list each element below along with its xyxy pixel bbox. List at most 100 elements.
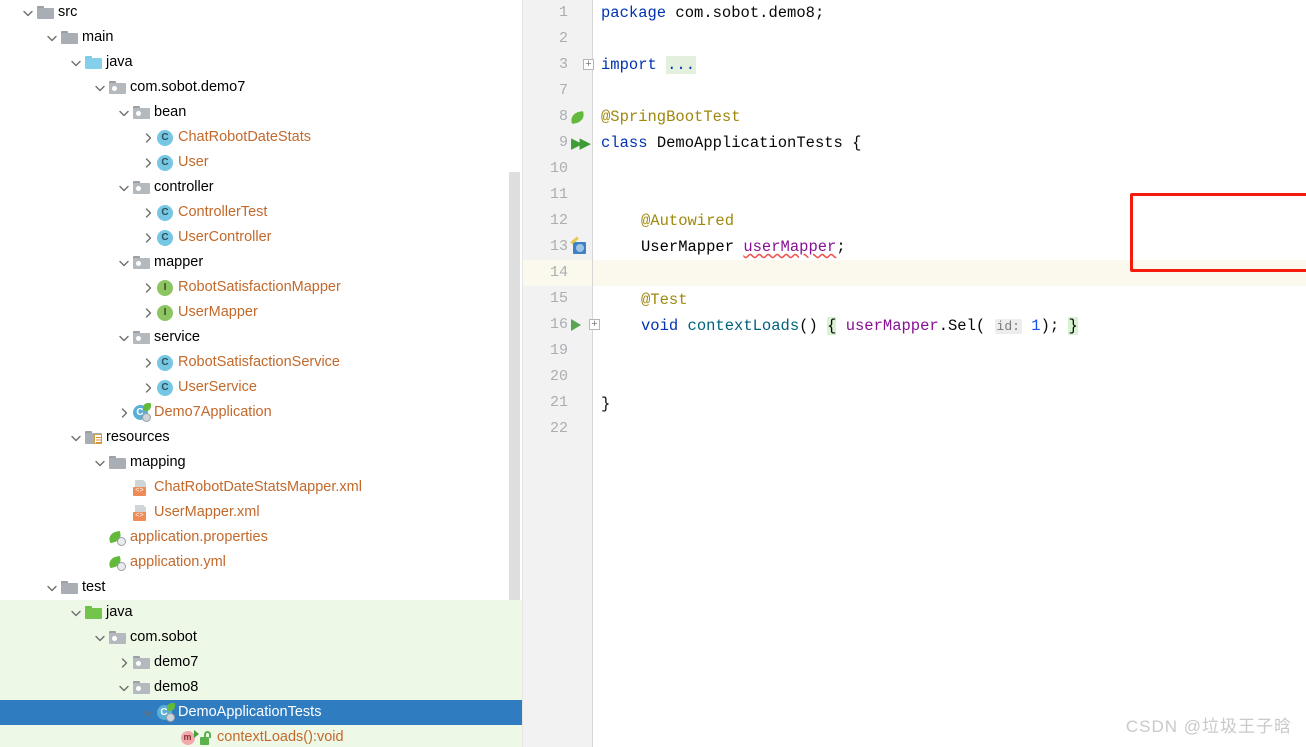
- tree-row[interactable]: application.yml: [0, 550, 523, 575]
- tree-row[interactable]: controller: [0, 175, 523, 200]
- project-tree-scrollbar-thumb[interactable]: [509, 172, 520, 600]
- chevron-down-icon[interactable]: [68, 607, 84, 619]
- tree-row[interactable]: resources: [0, 425, 523, 450]
- tree-row[interactable]: C Demo7Application: [0, 400, 523, 425]
- tree-row[interactable]: demo8: [0, 675, 523, 700]
- spring-boot-class-icon: C: [132, 403, 151, 422]
- fold-marker-3[interactable]: +: [583, 59, 594, 70]
- chevron-right-icon[interactable]: [140, 382, 156, 394]
- code-editor[interactable]: 1 2 3 7 8 9 10 11 12 13 14 15 16 19 20 21 22 ▶▶ package …: [523, 0, 1306, 747]
- code-line-13[interactable]: UserMapper userMapper;: [641, 234, 846, 260]
- usermapper-field: userMapper: [743, 238, 837, 256]
- chevron-right-icon[interactable]: [140, 132, 156, 144]
- class-name: DemoApplicationTests {: [647, 134, 862, 152]
- tree-row[interactable]: C UserController: [0, 225, 523, 250]
- tree-row[interactable]: com.sobot.demo7: [0, 75, 523, 100]
- tree-row[interactable]: C UserService: [0, 375, 523, 400]
- collapsed-imports-placeholder[interactable]: ...: [666, 56, 697, 74]
- line-number: 13: [549, 238, 568, 255]
- chevron-right-icon[interactable]: [140, 157, 156, 169]
- code-line-12[interactable]: @Autowired: [641, 208, 734, 234]
- tree-row[interactable]: service: [0, 325, 523, 350]
- chevron-down-icon[interactable]: [92, 82, 108, 94]
- spring-boot-class-icon: C: [156, 703, 175, 722]
- springboottest-annotation: @SpringBootTest: [601, 108, 741, 126]
- fold-marker-16[interactable]: +: [589, 319, 600, 330]
- project-tool-window[interactable]: src main java com.sobot.demo7 bean C ChatRobot…: [0, 0, 523, 747]
- chevron-down-icon[interactable]: [44, 582, 60, 594]
- java-method-icon: m: [180, 729, 199, 747]
- tree-row[interactable]: java: [0, 600, 523, 625]
- package-icon: [132, 104, 150, 122]
- spring-autowired-bean-icon[interactable]: [570, 234, 587, 260]
- tree-row-label: demo7: [154, 654, 199, 670]
- code-line-21[interactable]: }: [601, 391, 610, 417]
- tree-row[interactable]: mapping: [0, 450, 523, 475]
- tree-row-label: demo8: [154, 679, 199, 695]
- xml-file-icon: <>: [132, 479, 150, 497]
- chevron-right-icon[interactable]: [116, 407, 132, 419]
- code-line-8[interactable]: @SpringBootTest: [601, 104, 741, 130]
- chevron-down-icon[interactable]: [68, 57, 84, 69]
- chevron-right-icon[interactable]: [140, 357, 156, 369]
- tree-row[interactable]: bean: [0, 100, 523, 125]
- spring-config-file-icon: [107, 529, 126, 547]
- folder-icon: [60, 579, 78, 597]
- code-line-1[interactable]: package com.sobot.demo8;: [601, 0, 824, 26]
- folder-icon: [36, 4, 54, 22]
- tree-row[interactable]: I UserMapper: [0, 300, 523, 325]
- run-all-tests-icon[interactable]: ▶▶: [571, 130, 591, 156]
- chevron-down-icon[interactable]: [116, 257, 132, 269]
- tree-row[interactable]: C RobotSatisfactionService: [0, 350, 523, 375]
- code-line-15[interactable]: @Test: [641, 287, 688, 313]
- code-line-9[interactable]: class DemoApplicationTests {: [601, 130, 861, 156]
- tree-row-label: ChatRobotDateStats: [178, 129, 311, 145]
- chevron-down-icon[interactable]: [68, 432, 84, 444]
- code-line-16[interactable]: void contextLoads() { userMapper.Sel( id…: [641, 313, 1078, 339]
- tree-row[interactable]: src: [0, 0, 523, 25]
- spring-config-file-icon: [107, 554, 126, 572]
- line-number: 9: [558, 134, 568, 151]
- chevron-down-icon[interactable]: [140, 707, 156, 719]
- chevron-down-icon[interactable]: [92, 632, 108, 644]
- chevron-right-icon[interactable]: [116, 657, 132, 669]
- chevron-down-icon[interactable]: [20, 7, 36, 19]
- tree-row[interactable]: I RobotSatisfactionMapper: [0, 275, 523, 300]
- tree-row[interactable]: mapper: [0, 250, 523, 275]
- tree-row[interactable]: C User: [0, 150, 523, 175]
- run-test-icon[interactable]: [571, 312, 581, 338]
- line-number: 20: [549, 368, 568, 385]
- tree-row-label: service: [154, 329, 200, 345]
- chevron-right-icon[interactable]: [140, 232, 156, 244]
- code-line-3[interactable]: import ...: [601, 52, 697, 78]
- tree-row[interactable]: m contextLoads():void: [0, 725, 523, 747]
- chevron-down-icon[interactable]: [116, 182, 132, 194]
- tree-row[interactable]: com.sobot: [0, 625, 523, 650]
- tree-row-label: application.yml: [130, 554, 226, 570]
- chevron-down-icon[interactable]: [44, 32, 60, 44]
- tree-row[interactable]: application.properties: [0, 525, 523, 550]
- tree-row-label: UserService: [178, 379, 257, 395]
- spring-bean-leaf-icon[interactable]: [570, 104, 585, 130]
- xml-file-icon: <>: [132, 504, 150, 522]
- tree-row[interactable]: C DemoApplicationTests: [0, 700, 523, 725]
- tree-row[interactable]: <> UserMapper.xml: [0, 500, 523, 525]
- tree-row[interactable]: <> ChatRobotDateStatsMapper.xml: [0, 475, 523, 500]
- tree-row[interactable]: test: [0, 575, 523, 600]
- chevron-down-icon[interactable]: [92, 457, 108, 469]
- line-number: 3: [558, 56, 568, 73]
- chevron-down-icon[interactable]: [116, 682, 132, 694]
- tree-row[interactable]: main: [0, 25, 523, 50]
- chevron-down-icon[interactable]: [116, 107, 132, 119]
- tree-row-label: ChatRobotDateStatsMapper.xml: [154, 479, 362, 495]
- tree-row-label: bean: [154, 104, 187, 120]
- chevron-right-icon[interactable]: [140, 307, 156, 319]
- chevron-down-icon[interactable]: [116, 332, 132, 344]
- tree-row[interactable]: C ChatRobotDateStats: [0, 125, 523, 150]
- java-class-icon: C: [156, 204, 174, 222]
- chevron-right-icon[interactable]: [140, 207, 156, 219]
- tree-row[interactable]: demo7: [0, 650, 523, 675]
- chevron-right-icon[interactable]: [140, 282, 156, 294]
- tree-row[interactable]: java: [0, 50, 523, 75]
- tree-row[interactable]: C ControllerTest: [0, 200, 523, 225]
